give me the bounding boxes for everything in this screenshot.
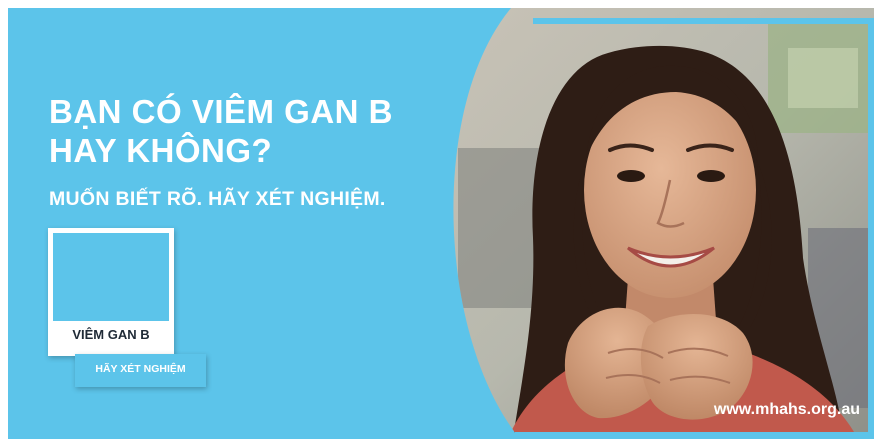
test-tag-label: HÃY XÉT NGHIỆM	[95, 363, 186, 375]
website-url: www.mhahs.org.au	[713, 401, 860, 418]
headline-line-1: BẠN CÓ VIÊM GAN B	[49, 93, 394, 130]
swatch-label: VIÊM GAN B	[72, 327, 150, 342]
color-swatch-card: VIÊM GAN B	[48, 228, 174, 356]
test-tag: HÃY XÉT NGHIỆM	[75, 354, 206, 387]
swatch-color-block	[53, 233, 169, 321]
banner: BẠN CÓ VIÊM GAN B HAY KHÔNG? MUỐN BIẾT R…	[8, 8, 874, 439]
headline: BẠN CÓ VIÊM GAN B HAY KHÔNG?	[49, 92, 393, 170]
subheadline: MUỐN BIẾT RÕ. HÃY XÉT NGHIỆM.	[49, 188, 386, 210]
headline-line-2: HAY KHÔNG?	[49, 132, 273, 169]
